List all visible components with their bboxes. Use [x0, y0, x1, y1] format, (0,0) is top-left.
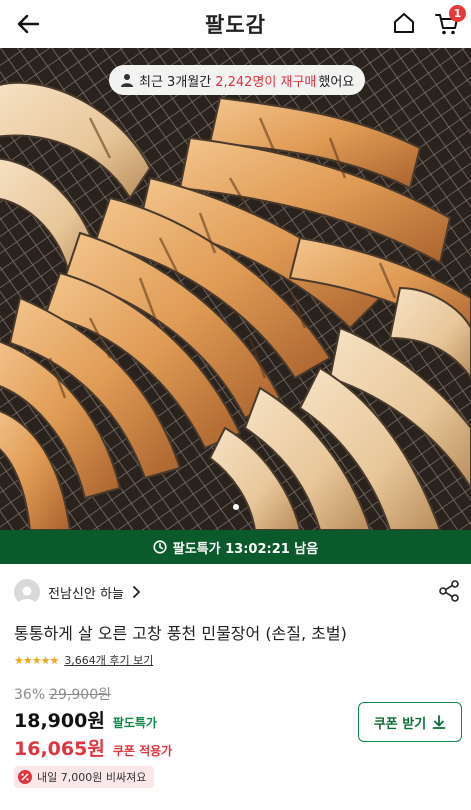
share-button[interactable] — [438, 580, 462, 604]
home-button[interactable] — [392, 11, 418, 37]
product-image-carousel[interactable]: 최근 3개월간 2,242명이 재구매 했어요 — [0, 48, 471, 530]
get-coupon-label: 쿠폰 받기 — [373, 716, 427, 732]
original-price: 29,900원 — [49, 687, 111, 703]
repurchase-suffix: 했어요 — [318, 74, 355, 90]
repurchase-prefix: 최근 3개월간 — [139, 74, 212, 90]
download-icon — [432, 715, 446, 729]
back-button[interactable] — [14, 10, 42, 38]
seller-name: 전남신안 하늘 — [48, 586, 124, 602]
seller-avatar — [14, 579, 40, 605]
coupon-price: 16,065원 — [14, 738, 105, 760]
carousel-pager — [0, 504, 471, 510]
top-bar: 팔도감 1 — [0, 0, 471, 48]
discount-row: 36% 29,900원 — [14, 684, 111, 704]
star-rating-icon: ★★★★★ — [14, 653, 59, 667]
notice-text: 내일 7,000원 비싸져요 — [37, 771, 147, 784]
sale-price-row: 18,900원 팔도특가 — [14, 706, 157, 733]
rating-row: ★★★★★ 3,664개 후기 보기 — [14, 652, 153, 668]
sale-price: 18,900원 — [14, 710, 105, 732]
home-icon — [394, 13, 414, 33]
deal-timer-bar: 팔도특가 13:02:21 남음 — [0, 530, 471, 564]
coupon-price-row: 16,065원 쿠폰 적용가 — [14, 734, 172, 761]
person-icon — [121, 74, 133, 87]
sale-tag: 팔도특가 — [112, 716, 157, 730]
share-icon — [439, 580, 459, 602]
repurchase-highlight: 2,242명이 재구매 — [215, 74, 317, 90]
seller-link[interactable]: 전남신안 하늘 — [14, 578, 142, 606]
cart-button[interactable]: 1 — [434, 5, 466, 39]
chevron-right-icon — [133, 586, 140, 598]
back-arrow-icon — [17, 14, 39, 34]
product-title: 통통하게 살 오른 고창 풍천 민물장어 (손질, 초벌) — [14, 624, 347, 643]
price-increase-notice: 내일 7,000원 비싸져요 — [14, 766, 155, 788]
grilled-eel-photo — [0, 48, 471, 530]
percent-icon — [18, 770, 32, 784]
repurchase-badge: 최근 3개월간 2,242명이 재구매 했어요 — [109, 65, 366, 95]
deal-timer-text: 팔도특가 13:02:21 남음 — [172, 541, 319, 557]
carousel-dot-active[interactable] — [232, 504, 239, 510]
coupon-tag: 쿠폰 적용가 — [112, 744, 173, 758]
get-coupon-button[interactable]: 쿠폰 받기 — [358, 702, 462, 742]
avatar-icon — [18, 586, 36, 605]
clock-icon — [153, 540, 167, 554]
discount-rate: 36% — [14, 687, 46, 703]
reviews-link[interactable]: 3,664개 후기 보기 — [64, 652, 153, 668]
cart-count-badge: 1 — [449, 5, 466, 22]
